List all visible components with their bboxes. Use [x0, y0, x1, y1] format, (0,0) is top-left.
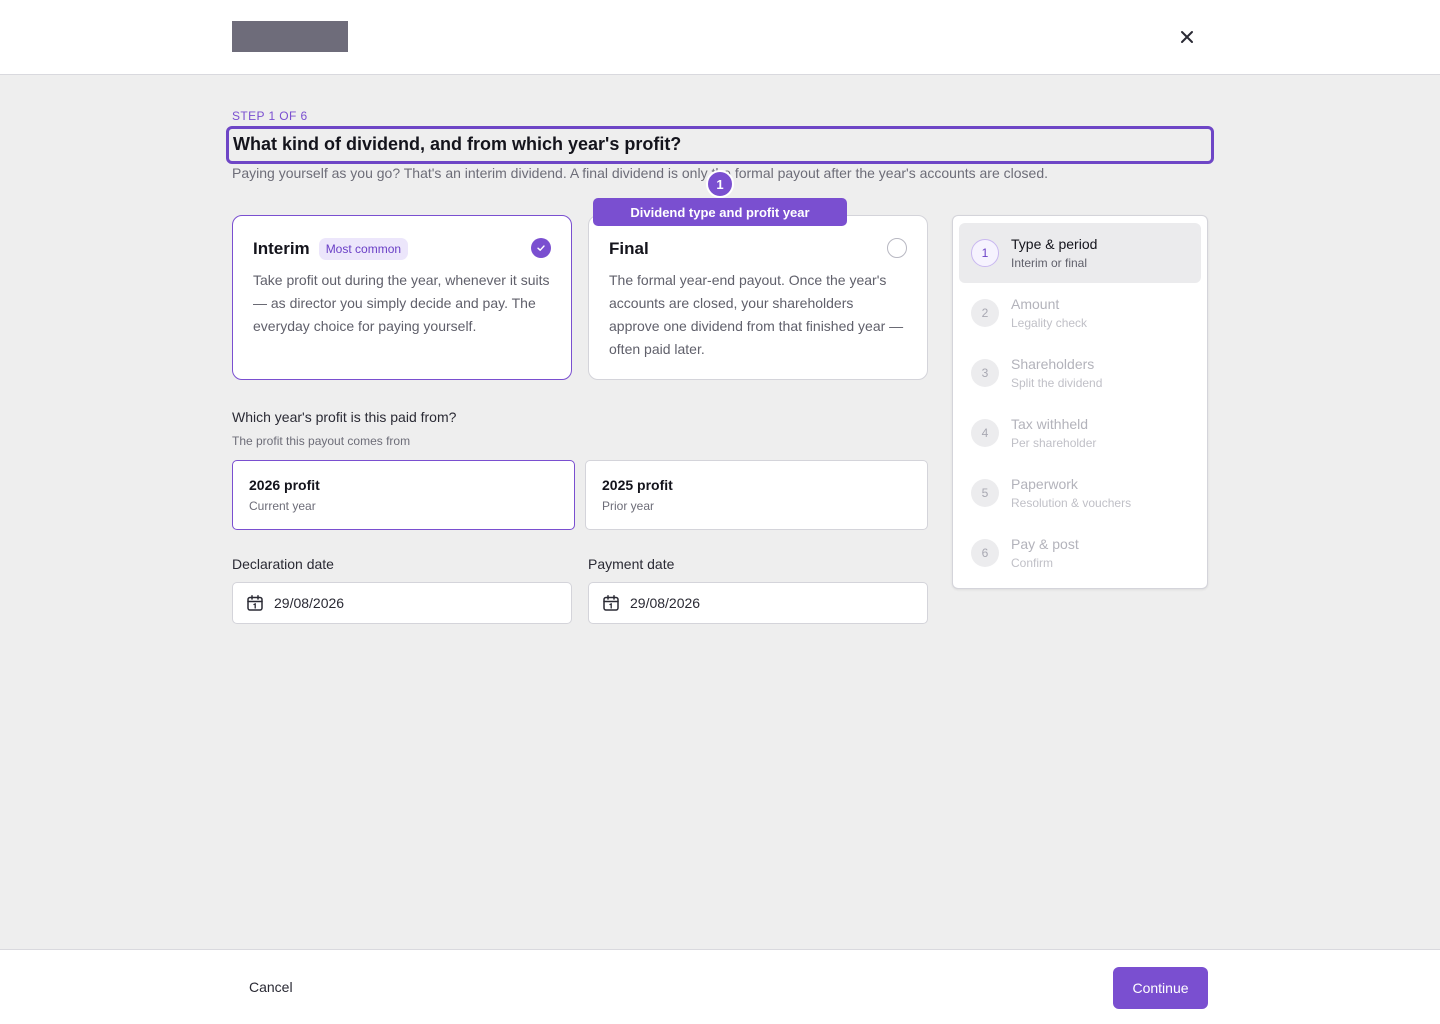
footer-bar: Cancel Continue — [0, 949, 1440, 1024]
step-name: Amount — [1011, 296, 1060, 312]
declaration-date-value: 29/08/2026 — [274, 595, 345, 611]
step-name: Shareholders — [1011, 356, 1095, 372]
step-name: Paperwork — [1011, 476, 1078, 492]
step-name: Tax withheld — [1011, 416, 1089, 432]
step-item-paperwork: 5 Paperwork Resolution & vouchers — [959, 463, 1201, 523]
calendar-icon — [247, 595, 263, 611]
wizard-steps-panel: 1 Type & period Interim or final 2 Amoun… — [952, 215, 1208, 589]
step-desc: Confirm — [1011, 556, 1054, 570]
profit-year-hint: The profit this payout comes from — [232, 434, 411, 448]
step-desc: Interim or final — [1011, 256, 1088, 270]
payment-date-value: 29/08/2026 — [630, 595, 701, 611]
step-number: 4 — [971, 419, 999, 447]
step-desc: Resolution & vouchers — [1011, 496, 1132, 510]
step-item-tax-withheld: 4 Tax withheld Per shareholder — [959, 403, 1201, 463]
close-icon — [1181, 31, 1193, 43]
profit-year-sub: Current year — [249, 499, 316, 513]
continue-button[interactable]: Continue — [1113, 967, 1208, 1009]
step-number: 2 — [971, 299, 999, 327]
profit-year-title: 2026 profit — [249, 477, 320, 493]
check-icon — [537, 245, 545, 251]
page-title: What kind of dividend, and from which ye… — [233, 134, 682, 154]
profit-year-title: 2025 profit — [602, 477, 673, 493]
step-desc: Per shareholder — [1011, 436, 1097, 450]
payment-date-label: Payment date — [588, 556, 675, 572]
top-bar — [0, 0, 1440, 75]
declaration-date-input[interactable]: 29/08/2026 — [232, 582, 572, 624]
step-item-amount: 2 Amount Legality check — [959, 283, 1201, 343]
step-item-shareholders: 3 Shareholders Split the dividend — [959, 343, 1201, 403]
step-name: Type & period — [1011, 236, 1098, 252]
payment-date-input[interactable]: 29/08/2026 — [588, 582, 928, 624]
calendar-icon — [603, 595, 619, 611]
step-number: 6 — [971, 539, 999, 567]
step-name: Pay & post — [1011, 536, 1079, 552]
most-common-badge: Most common — [318, 238, 409, 260]
profit-year-question: Which year's profit is this paid from? — [232, 409, 457, 425]
profit-year-2026-option[interactable]: 2026 profit Current year — [232, 460, 575, 530]
dividend-type-description: The formal year-end payout. Once the yea… — [609, 272, 904, 357]
interim-radio[interactable] — [531, 238, 551, 258]
step-item-pay-post: 6 Pay & post Confirm — [959, 523, 1201, 583]
profit-year-2025-option[interactable]: 2025 profit Prior year — [585, 460, 928, 530]
company-logo — [232, 21, 348, 52]
dividend-type-interim-card[interactable]: Interim Most common Take profit out duri… — [232, 215, 572, 380]
step-desc: Split the dividend — [1011, 376, 1103, 390]
declaration-date-label: Declaration date — [232, 556, 334, 572]
tour-tooltip: Dividend type and profit year — [593, 198, 847, 226]
page-title-highlight: What kind of dividend, and from which ye… — [226, 126, 1214, 164]
dividend-type-title: Interim — [253, 239, 310, 258]
step-number: 5 — [971, 479, 999, 507]
step-number: 1 — [971, 239, 999, 267]
page-subtitle: Paying yourself as you go? That's an int… — [232, 165, 1048, 181]
cancel-button[interactable]: Cancel — [249, 979, 293, 995]
step-desc: Legality check — [1011, 316, 1088, 330]
dividend-type-title: Final — [609, 239, 649, 258]
step-number: 3 — [971, 359, 999, 387]
profit-year-sub: Prior year — [602, 499, 655, 513]
step-indicator: STEP 1 OF 6 — [232, 109, 308, 123]
step-item-type-period[interactable]: 1 Type & period Interim or final — [959, 223, 1201, 283]
final-radio[interactable] — [887, 238, 907, 258]
tour-step-badge[interactable]: 1 — [706, 170, 734, 198]
dividend-type-description: Take profit out during the year, wheneve… — [253, 272, 550, 334]
close-button[interactable] — [1172, 22, 1202, 52]
dividend-type-final-card[interactable]: Final The formal year-end payout. Once t… — [588, 215, 928, 380]
